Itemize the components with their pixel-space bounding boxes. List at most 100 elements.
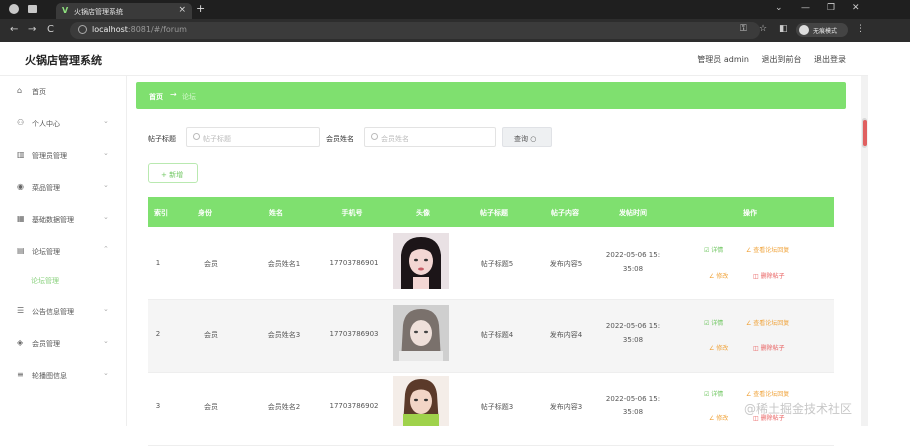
tab-search-icon[interactable]: ⌄ bbox=[775, 3, 783, 13]
chevron-down-icon: ⌄ bbox=[103, 305, 109, 313]
sidepanel-icon[interactable]: ◧ bbox=[779, 24, 788, 34]
watermark: @稀土掘金技术社区 bbox=[744, 402, 853, 416]
chevron-down-icon: ⌄ bbox=[103, 337, 109, 345]
detail-button[interactable]: ☑ 详情 bbox=[704, 245, 723, 254]
sidebar-item-carousel[interactable]: ≡ 轮播图信息 ⌄ bbox=[0, 360, 127, 392]
arrow-right-icon: → bbox=[170, 90, 177, 99]
sidebar-item-home[interactable]: ⌂ 首页 bbox=[0, 76, 127, 108]
sidebar-item-members[interactable]: ◈ 会员管理 ⌄ bbox=[0, 328, 127, 360]
reload-icon[interactable]: C bbox=[47, 24, 54, 35]
sidebar-subitem-forum[interactable]: 论坛管理 bbox=[31, 276, 59, 286]
chevron-down-icon: ⌄ bbox=[103, 181, 109, 189]
restore-button[interactable]: ❐ bbox=[827, 3, 835, 13]
edit-button[interactable]: ∠ 修改 bbox=[709, 413, 728, 422]
minimize-button[interactable]: — bbox=[801, 3, 810, 13]
add-button[interactable]: + 新增 bbox=[148, 163, 198, 183]
to-front-link[interactable]: 退出到前台 bbox=[761, 55, 801, 64]
col-phone: 手机号 bbox=[341, 209, 363, 217]
tab-list-icon[interactable] bbox=[28, 5, 37, 13]
search-icon bbox=[371, 133, 378, 140]
table-row: 1 会员 会员姓名1 17703786901 帖子标题5 发布内容5 2022-… bbox=[148, 227, 834, 300]
breadcrumb-home[interactable]: 首页 bbox=[149, 92, 163, 102]
new-tab-button[interactable]: + bbox=[196, 2, 205, 15]
notice-icon: ☰ bbox=[17, 306, 25, 315]
detail-button[interactable]: ☑ 详情 bbox=[704, 318, 723, 327]
home-icon: ⌂ bbox=[17, 86, 23, 95]
table-row: 3 会员 会员姓名2 17703786902 帖子标题3 发布内容3 2022-… bbox=[148, 373, 834, 446]
tab-close-icon[interactable]: × bbox=[178, 5, 186, 15]
header-links: 管理员 admin 退出到前台 退出登录 bbox=[687, 54, 846, 65]
app-header: 火锅店管理系统 管理员 admin 退出到前台 退出登录 bbox=[0, 42, 868, 76]
view-reply-button[interactable]: ∠ 查看论坛回复 bbox=[746, 389, 789, 398]
table-header: 索引 身份 姓名 手机号 头像 帖子标题 帖子内容 发帖时间 操作 bbox=[148, 197, 834, 227]
title-filter-label: 帖子标题 bbox=[148, 135, 176, 143]
incognito-badge[interactable]: 无痕模式 bbox=[796, 23, 848, 37]
col-avatar: 头像 bbox=[416, 209, 430, 217]
star-icon[interactable]: ☆ bbox=[759, 24, 767, 34]
edge-tab-marker bbox=[863, 120, 867, 146]
member-search-input[interactable]: 会员姓名 bbox=[364, 127, 496, 147]
delete-button[interactable]: ◫ 删除帖子 bbox=[753, 271, 785, 280]
search-icon bbox=[193, 133, 200, 140]
site-info-icon[interactable] bbox=[78, 25, 87, 34]
breadcrumb: 首页 → 论坛 bbox=[136, 82, 846, 109]
col-post-content: 帖子内容 bbox=[551, 209, 579, 217]
sidebar-item-forum[interactable]: ▤ 论坛管理 ⌃ bbox=[0, 236, 127, 268]
breadcrumb-current: 论坛 bbox=[182, 93, 196, 101]
edit-button[interactable]: ∠ 修改 bbox=[709, 343, 728, 352]
col-actions: 操作 bbox=[743, 209, 757, 217]
col-post-time: 发帖时间 bbox=[619, 209, 647, 217]
app-title: 火锅店管理系统 bbox=[25, 54, 102, 67]
avatar bbox=[393, 305, 449, 361]
chat-icon: ▤ bbox=[17, 246, 25, 255]
member-icon: ◈ bbox=[17, 338, 24, 347]
grid-icon: ▦ bbox=[17, 214, 25, 223]
back-icon[interactable]: ← bbox=[10, 24, 18, 35]
detail-button[interactable]: ☑ 详情 bbox=[704, 389, 723, 398]
chevron-down-icon: ⌄ bbox=[103, 213, 109, 221]
table-row: 2 会员 会员姓名3 17703786903 帖子标题4 发布内容4 2022-… bbox=[148, 300, 834, 373]
bar-chart-icon: ▥ bbox=[17, 150, 25, 159]
admin-label: 管理员 admin bbox=[697, 55, 749, 64]
url-field[interactable]: localhost:8081/#/forum bbox=[70, 22, 760, 39]
chevron-down-icon: ⌄ bbox=[103, 117, 109, 125]
key-icon[interactable]: ⚿ bbox=[740, 24, 747, 34]
browser-tab[interactable]: V 火锅店管理系统 × bbox=[56, 3, 192, 19]
pin-icon: ◉ bbox=[17, 182, 24, 191]
delete-button[interactable]: ◫ 删除帖子 bbox=[753, 343, 785, 352]
browser-address-bar: ← → C localhost:8081/#/forum ⚿ ☆ ◧ 无痕模式 … bbox=[0, 19, 910, 42]
col-name: 姓名 bbox=[269, 209, 283, 217]
user-icon: ⚇ bbox=[17, 118, 25, 127]
chevron-up-icon: ⌃ bbox=[103, 245, 109, 253]
forward-icon[interactable]: → bbox=[28, 24, 36, 35]
sidebar: ⌂ 首页 ⚇ 个人中心 ⌄ ▥ 管理员管理 ⌄ ◉ 菜品管理 ⌄ ▦ 基础数据管… bbox=[0, 76, 127, 426]
view-reply-button[interactable]: ∠ 查看论坛回复 bbox=[746, 318, 789, 327]
vue-favicon-icon: V bbox=[62, 6, 69, 15]
tab-title: 火锅店管理系统 bbox=[74, 8, 123, 16]
list-icon: ≡ bbox=[17, 370, 24, 379]
member-filter-label: 会员姓名 bbox=[326, 135, 354, 143]
avatar bbox=[393, 376, 449, 426]
chevron-down-icon: ⌄ bbox=[103, 369, 109, 377]
col-index: 索引 bbox=[154, 209, 168, 217]
sidebar-item-profile[interactable]: ⚇ 个人中心 ⌄ bbox=[0, 108, 127, 140]
chevron-down-icon: ⌄ bbox=[103, 149, 109, 157]
menu-icon[interactable]: ⋮ bbox=[856, 24, 865, 34]
browser-profile-icon[interactable] bbox=[9, 4, 19, 14]
avatar bbox=[393, 233, 449, 289]
incognito-icon bbox=[799, 25, 809, 35]
sidebar-item-basic-data[interactable]: ▦ 基础数据管理 ⌄ bbox=[0, 204, 127, 236]
browser-tab-bar: V 火锅店管理系统 × + ⌄ — ❐ ✕ bbox=[0, 0, 910, 19]
close-window-button[interactable]: ✕ bbox=[852, 3, 860, 13]
sidebar-item-dishes[interactable]: ◉ 菜品管理 ⌄ bbox=[0, 172, 127, 204]
sidebar-item-admins[interactable]: ▥ 管理员管理 ⌄ bbox=[0, 140, 127, 172]
search-button[interactable]: 查询 ○ bbox=[502, 127, 552, 147]
logout-link[interactable]: 退出登录 bbox=[814, 55, 846, 64]
sidebar-item-notices[interactable]: ☰ 公告信息管理 ⌄ bbox=[0, 296, 127, 328]
view-reply-button[interactable]: ∠ 查看论坛回复 bbox=[746, 245, 789, 254]
col-post-title: 帖子标题 bbox=[480, 209, 508, 217]
edit-button[interactable]: ∠ 修改 bbox=[709, 271, 728, 280]
title-search-input[interactable]: 帖子标题 bbox=[186, 127, 320, 147]
col-role: 身份 bbox=[198, 209, 212, 217]
url-text: localhost:8081/#/forum bbox=[92, 25, 187, 34]
